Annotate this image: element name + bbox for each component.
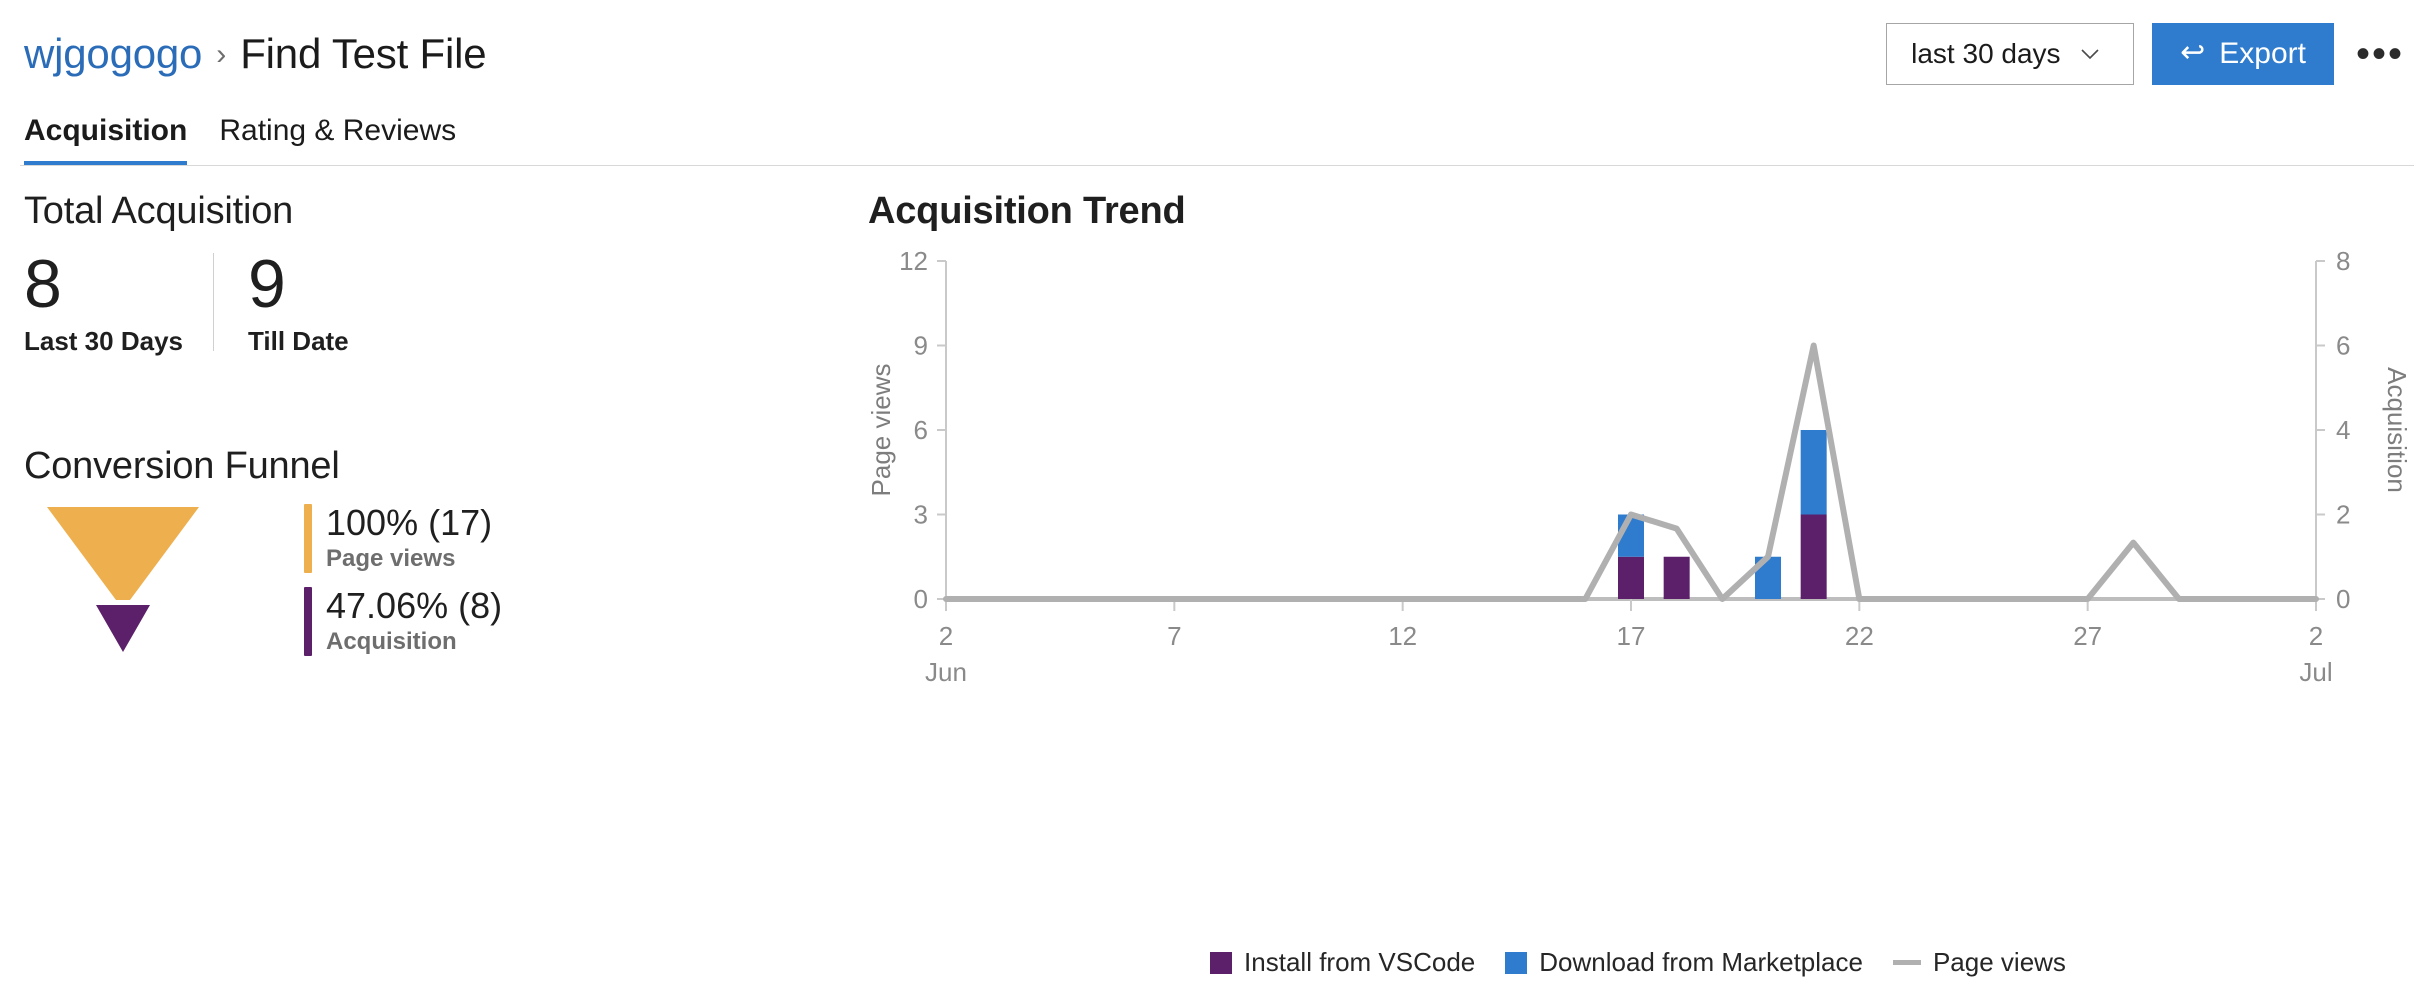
stat-till-date: 9 Till Date bbox=[247, 246, 379, 357]
funnel-page-views-label: Page views bbox=[326, 545, 456, 573]
x-axis-tick-label: 12 bbox=[1388, 621, 1417, 651]
stat-last-30-days-value: 8 bbox=[24, 246, 62, 322]
x-axis-month-label: Jun bbox=[925, 657, 967, 687]
header-actions: last 30 days ↩ Export ••• bbox=[1886, 23, 2408, 85]
page-header: wjgogogo › Find Test File last 30 days ↩… bbox=[0, 0, 2434, 108]
tab-bar: Acquisition Rating & Reviews bbox=[0, 100, 2434, 166]
y-axis-left-tick-label: 0 bbox=[914, 584, 928, 614]
date-range-value: last 30 days bbox=[1911, 38, 2061, 69]
funnel-segment-acquisition bbox=[96, 605, 150, 653]
legend-label-install-from-vscode: Install from VSCode bbox=[1244, 947, 1476, 977]
left-panel: Total Acquisition 8 Last 30 Days 9 Till … bbox=[24, 190, 844, 670]
x-axis-tick-label: 2 bbox=[2309, 621, 2323, 651]
date-range-dropdown[interactable]: last 30 days bbox=[1886, 23, 2135, 85]
stat-last-30-days-label: Last 30 Days bbox=[24, 326, 183, 357]
y-axis-left-tick-label: 12 bbox=[899, 247, 928, 276]
bar-install-from-vscode bbox=[1800, 514, 1827, 599]
y-axis-left-tick-label: 9 bbox=[914, 331, 928, 361]
total-acquisition-title: Total Acquisition bbox=[24, 190, 294, 232]
total-acquisition-stats: 8 Last 30 Days 9 Till Date bbox=[24, 246, 844, 357]
export-arrow-icon: ↩ bbox=[2180, 36, 2206, 69]
breadcrumb-current-page: Find Test File bbox=[240, 30, 487, 77]
legend-item-install-from-vscode[interactable]: Install from VSCode bbox=[1210, 947, 1475, 978]
ellipsis-icon: ••• bbox=[2355, 32, 2404, 76]
y-axis-right-title: Acquisition bbox=[2382, 367, 2408, 493]
legend-label-page-views: Page views bbox=[1932, 947, 2066, 977]
chevron-down-icon bbox=[2079, 43, 2101, 65]
funnel-legend: 100% (17) Page views 47.06% (8) Acquisit… bbox=[304, 504, 502, 670]
stat-divider bbox=[212, 253, 214, 351]
funnel-swatch-page-views bbox=[304, 504, 312, 574]
analytics-page: wjgogogo › Find Test File last 30 days ↩… bbox=[0, 0, 2434, 986]
funnel-legend-item-acquisition: 47.06% (8) Acquisition bbox=[304, 585, 503, 657]
legend-item-page-views[interactable]: Page views bbox=[1892, 947, 2066, 978]
chart-title: Acquisition Trend bbox=[868, 190, 1186, 232]
acquisition-trend-chart: 0 3 6 9 12 Page views 0 2 4 6 8 Acquisition 2 Jun 7 12 1… bbox=[868, 247, 2408, 986]
stat-till-date-value: 9 bbox=[247, 246, 286, 322]
tab-acquisition-label: Acquisition bbox=[24, 114, 188, 147]
funnel-acquisition-label: Acquisition bbox=[326, 628, 457, 656]
tab-rating-reviews-label: Rating & Reviews bbox=[219, 114, 457, 147]
export-button[interactable]: ↩ Export bbox=[2152, 23, 2334, 85]
y-axis-left-tick-label: 3 bbox=[914, 500, 928, 530]
legend-swatch-download-from-marketplace bbox=[1505, 951, 1528, 974]
y-axis-right-tick-label: 8 bbox=[2336, 247, 2350, 276]
tab-underline-divider bbox=[20, 165, 2414, 166]
funnel-chart bbox=[24, 504, 264, 664]
conversion-funnel-title: Conversion Funnel bbox=[24, 445, 340, 488]
y-axis-left-title: Page views bbox=[868, 364, 896, 497]
funnel-acquisition-pct: 47.06% (8) bbox=[326, 585, 503, 627]
tab-rating-reviews[interactable]: Rating & Reviews bbox=[219, 114, 456, 164]
breadcrumb-root-link[interactable]: wjgogogo bbox=[24, 33, 202, 75]
breadcrumb: wjgogogo › Find Test File bbox=[24, 0, 487, 108]
acquisition-trend-panel: Acquisition Trend 0 3 6 9 12 Page views 0 2 4 6 8 A… bbox=[868, 190, 2408, 986]
y-axis-right-tick-label: 6 bbox=[2336, 331, 2350, 361]
bar-install-from-vscode bbox=[1663, 556, 1690, 599]
stat-last-30-days: 8 Last 30 Days bbox=[24, 246, 213, 357]
y-axis-right-tick-label: 2 bbox=[2336, 500, 2350, 530]
stat-till-date-label: Till Date bbox=[247, 326, 349, 357]
funnel-page-views-pct: 100% (17) bbox=[326, 502, 493, 544]
legend-item-download-from-marketplace[interactable]: Download from Marketplace bbox=[1505, 947, 1863, 978]
bar-download-from-marketplace bbox=[1800, 430, 1827, 515]
legend-label-download-from-marketplace: Download from Marketplace bbox=[1539, 947, 1863, 977]
chart-canvas: 036912Page views02468Acquisition2Jun7 12 1… bbox=[868, 247, 2408, 687]
chart-legend: Install from VSCode Download from Market… bbox=[868, 947, 2408, 978]
x-axis-tick-label: 27 bbox=[2073, 621, 2102, 651]
legend-line-page-views bbox=[1892, 960, 1921, 965]
y-axis-left-tick-label: 6 bbox=[914, 415, 928, 445]
bar-install-from-vscode bbox=[1618, 556, 1644, 599]
funnel-segment-page-views bbox=[47, 507, 199, 601]
y-axis-right-tick-label: 0 bbox=[2336, 584, 2350, 614]
more-options-button[interactable]: ••• bbox=[2352, 26, 2408, 82]
x-axis-month-label: Jul bbox=[2299, 657, 2332, 687]
x-axis-tick-label: 7 bbox=[1167, 621, 1181, 651]
tab-acquisition[interactable]: Acquisition bbox=[24, 114, 188, 166]
funnel-swatch-acquisition bbox=[304, 587, 312, 657]
x-axis-tick-label: 22 bbox=[1845, 621, 1874, 651]
conversion-funnel-body: 100% (17) Page views 47.06% (8) Acquisit… bbox=[24, 504, 844, 670]
conversion-funnel-section: Conversion Funnel 100% (17) Page views 4… bbox=[24, 445, 844, 670]
legend-swatch-install-from-vscode bbox=[1210, 951, 1233, 974]
x-axis-tick-label: 2 bbox=[939, 621, 953, 651]
export-button-label: Export bbox=[2219, 37, 2306, 70]
x-axis-tick-label: 17 bbox=[1617, 621, 1646, 651]
y-axis-right-tick-label: 4 bbox=[2336, 415, 2350, 445]
breadcrumb-chevron-icon: › bbox=[216, 38, 227, 71]
funnel-legend-item-page-views: 100% (17) Page views bbox=[304, 502, 502, 574]
